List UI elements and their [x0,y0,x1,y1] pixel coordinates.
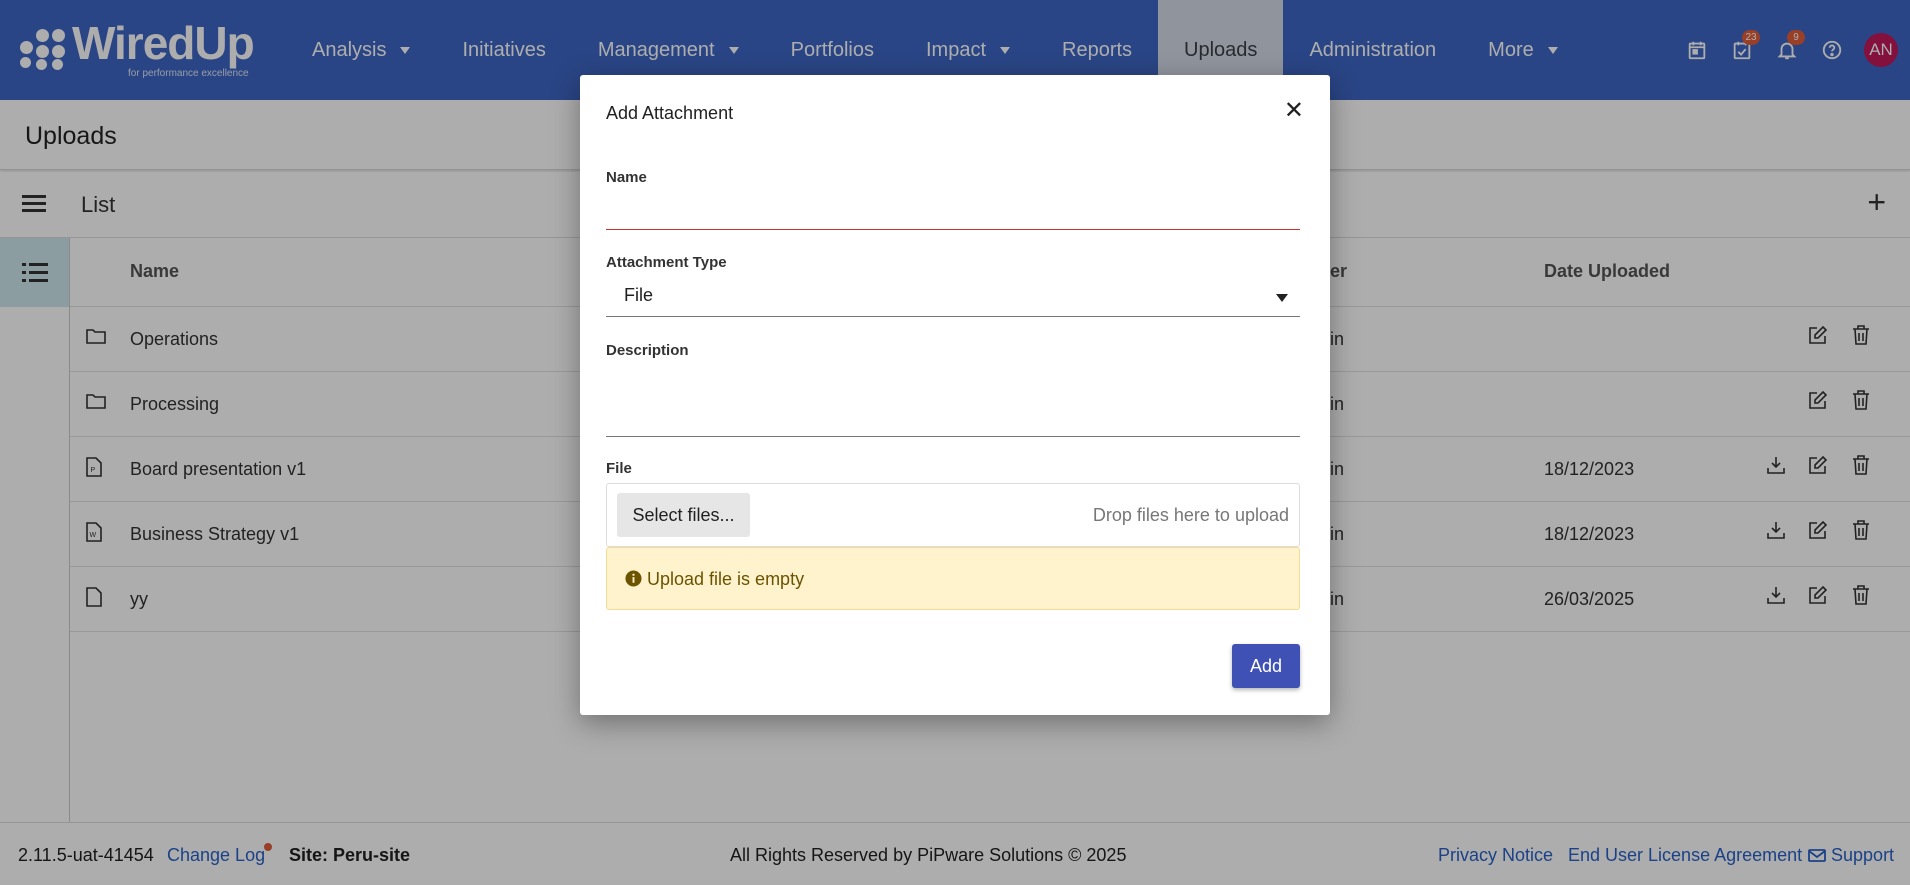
dialog-title: Add Attachment [606,103,734,123]
add-button[interactable]: Add [1232,644,1300,688]
drop-hint: Drop files here to upload [1092,505,1289,525]
upload-warning: Upload file is empty [606,547,1300,610]
attachment-type-label: Attachment Type [606,254,727,271]
description-label: Description [606,342,689,359]
info-icon [625,570,642,587]
name-input[interactable] [606,195,1300,230]
close-icon[interactable]: ✕ [1284,99,1304,123]
dropdown-arrow-icon [1276,294,1288,302]
warning-text: Upload file is empty [647,569,805,589]
add-attachment-dialog: Add Attachment ✕ Name Attachment Type Fi… [580,75,1330,715]
select-files-button[interactable]: Select files... [617,493,750,537]
file-upload-zone[interactable]: Select files... Drop files here to uploa… [606,483,1300,547]
attachment-type-value: File [624,285,654,305]
file-label: File [606,460,632,477]
name-label: Name [606,169,647,186]
description-textarea[interactable] [606,365,1300,437]
attachment-type-select[interactable]: File [606,277,1300,317]
